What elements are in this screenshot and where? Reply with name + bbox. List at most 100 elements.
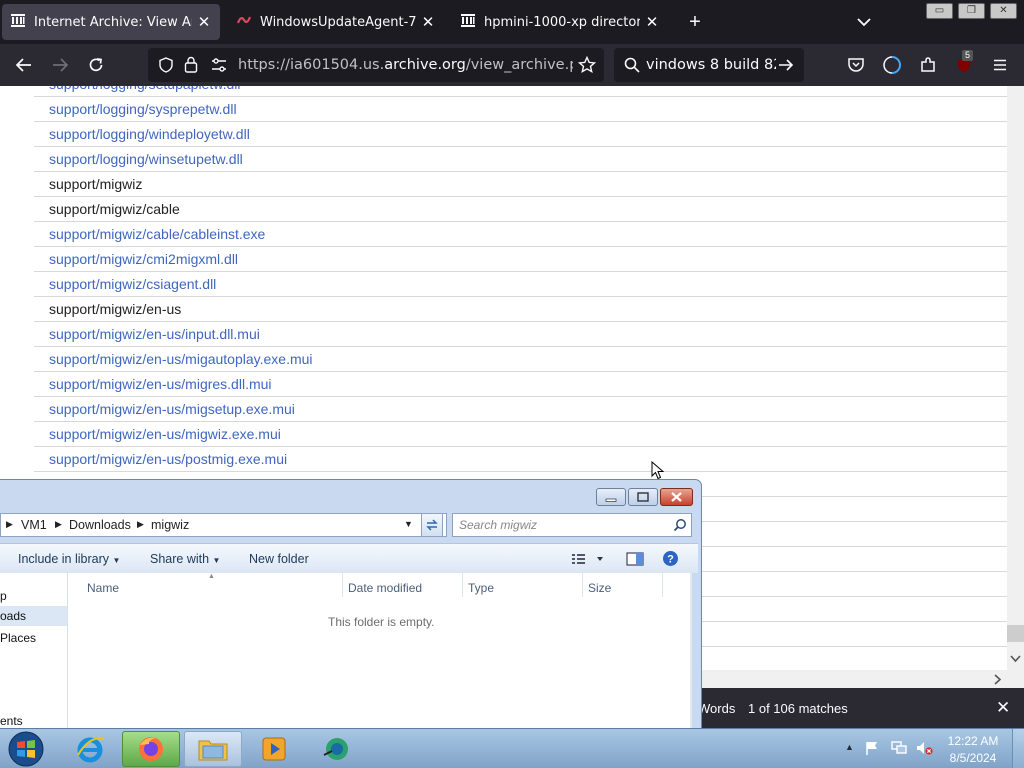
link-icon: [236, 12, 252, 32]
search-input[interactable]: vindows 8 build 8220: [646, 57, 776, 73]
change-view-button[interactable]: [571, 551, 605, 570]
close-tab-icon[interactable]: ✕: [420, 13, 436, 31]
network-icon[interactable]: [890, 740, 908, 761]
lock-icon[interactable]: [184, 56, 198, 77]
archive-file-link[interactable]: support/logging/windeployetw.dll: [34, 122, 1007, 147]
explorer-maximize-button[interactable]: [628, 488, 658, 506]
start-button[interactable]: [6, 729, 46, 768]
column-header-name[interactable]: Name: [87, 581, 119, 595]
search-bar[interactable]: vindows 8 build 8220: [614, 48, 804, 82]
clock-date[interactable]: 8/5/2024: [943, 751, 1003, 765]
archive-file-link[interactable]: support/logging/winsetupetw.dll: [34, 147, 1007, 172]
minimize-window-button[interactable]: ▭: [926, 3, 953, 19]
tab-internet-archive[interactable]: Internet Archive: View Archive ✕: [2, 4, 220, 40]
archive-file-link[interactable]: support/migwiz/en-us/migres.dll.mui: [34, 372, 1007, 397]
archive-file-link[interactable]: support/migwiz/en-us/migautoplay.exe.mui: [34, 347, 1007, 372]
firefox-icon: [139, 737, 163, 761]
breadcrumb-downloads[interactable]: Downloads: [69, 518, 131, 532]
column-divider: [582, 573, 583, 597]
forward-button[interactable]: [42, 44, 78, 86]
new-folder-button[interactable]: New folder: [249, 552, 309, 566]
search-icon[interactable]: [673, 518, 687, 535]
whole-words-label[interactable]: Words: [698, 701, 735, 716]
volume-muted-icon[interactable]: [915, 740, 933, 761]
new-tab-button[interactable]: +: [684, 8, 706, 36]
puzzle-icon: [921, 57, 935, 72]
account-button[interactable]: [874, 44, 910, 86]
archive-file-link[interactable]: support/migwiz/cmi2migxml.dll: [34, 247, 1007, 272]
permissions-icon[interactable]: [210, 57, 228, 77]
nav-item-places[interactable]: Places: [0, 631, 36, 645]
refresh-button[interactable]: [421, 513, 443, 537]
breadcrumb-vm1[interactable]: VM1: [21, 518, 47, 532]
close-tab-icon[interactable]: ✕: [644, 13, 660, 31]
tab-label: hpmini-1000-xp directory listing: [484, 14, 640, 30]
reload-icon: [89, 58, 103, 72]
address-dropdown-icon[interactable]: ▼: [404, 519, 413, 529]
action-center-flag-icon[interactable]: [864, 740, 880, 761]
pocket-button[interactable]: [838, 44, 874, 86]
ublock-button[interactable]: 5: [946, 44, 982, 86]
media-player-taskbar-button[interactable]: [246, 731, 302, 767]
archive-file-link[interactable]: support/logging/setupapietw.dll: [34, 86, 1007, 97]
explorer-address-bar[interactable]: ▶ VM1 ▶ Downloads ▶ migwiz ▼: [0, 513, 447, 537]
archive-file-link[interactable]: support/migwiz/en-us/migwiz.exe.mui: [34, 422, 1007, 447]
app-taskbar-button[interactable]: [308, 731, 364, 767]
show-hidden-icons-button[interactable]: ▲: [845, 742, 854, 752]
breadcrumb-arrow-icon[interactable]: ▶: [137, 519, 144, 530]
close-window-button[interactable]: ✕: [990, 3, 1017, 19]
column-header-date-modified[interactable]: Date modified: [348, 581, 422, 595]
internet-explorer-taskbar-button[interactable]: [62, 731, 118, 767]
breadcrumb-arrow-icon[interactable]: ▶: [55, 519, 62, 530]
breadcrumb-migwiz[interactable]: migwiz: [151, 518, 189, 532]
back-button[interactable]: [6, 44, 42, 86]
explorer-window: ▶ VM1 ▶ Downloads ▶ migwiz ▼ Search migw…: [0, 479, 702, 733]
nav-item[interactable]: ents: [0, 714, 23, 728]
nav-item-downloads[interactable]: oads: [0, 606, 67, 626]
scroll-thumb[interactable]: [1007, 625, 1024, 642]
extensions-button[interactable]: [910, 44, 946, 86]
menu-button[interactable]: [982, 44, 1018, 86]
clock-time[interactable]: 12:22 AM: [943, 734, 1003, 748]
list-all-tabs-button[interactable]: [852, 12, 876, 32]
maximize-icon: [637, 492, 649, 502]
explorer-minimize-button[interactable]: [596, 488, 626, 506]
explorer-scrollbar[interactable]: [690, 573, 692, 729]
show-desktop-button[interactable]: [1012, 729, 1024, 768]
archive-icon: [460, 12, 476, 32]
nav-item[interactable]: p: [0, 589, 7, 603]
close-tab-icon[interactable]: ✕: [196, 13, 212, 31]
horizontal-scrollbar[interactable]: [700, 670, 1024, 688]
explorer-command-bar: Include in library ▼ Share with ▼ New fo…: [0, 543, 698, 573]
share-with-button[interactable]: Share with ▼: [150, 552, 220, 566]
archive-file-link[interactable]: support/migwiz/en-us/postmig.exe.mui: [34, 447, 1007, 472]
tab-windows-update-agent[interactable]: WindowsUpdateAgent-7.6-x86. ✕: [228, 4, 444, 40]
include-in-library-button[interactable]: Include in library ▼: [18, 552, 120, 566]
column-header-size[interactable]: Size: [588, 581, 611, 595]
help-button[interactable]: ?: [662, 550, 679, 570]
archive-file-link[interactable]: support/migwiz/csiagent.dll: [34, 272, 1007, 297]
explorer-close-button[interactable]: [660, 488, 693, 506]
preview-pane-button[interactable]: [626, 551, 644, 570]
reload-button[interactable]: [78, 44, 114, 86]
url-bar[interactable]: https://ia601504.us.archive.org/view_arc…: [148, 48, 604, 82]
search-icon: [624, 57, 640, 77]
shield-icon[interactable]: [158, 57, 174, 77]
restore-window-button[interactable]: ❐: [958, 3, 985, 19]
archive-file-link[interactable]: support/logging/sysprepetw.dll: [34, 97, 1007, 122]
explorer-search-box[interactable]: Search migwiz: [452, 513, 692, 537]
archive-file-link[interactable]: support/migwiz/en-us/migsetup.exe.mui: [34, 397, 1007, 422]
vertical-scrollbar[interactable]: [1007, 86, 1024, 672]
go-arrow-icon[interactable]: [778, 57, 794, 77]
breadcrumb-arrow-icon[interactable]: ▶: [6, 519, 13, 530]
close-findbar-icon[interactable]: ✕: [996, 698, 1010, 718]
tab-label: WindowsUpdateAgent-7.6-x86.: [260, 14, 416, 30]
explorer-taskbar-button[interactable]: [184, 731, 242, 767]
archive-file-link[interactable]: support/migwiz/cable/cableinst.exe: [34, 222, 1007, 247]
bookmark-star-icon[interactable]: [577, 55, 597, 78]
firefox-taskbar-button[interactable]: [122, 731, 180, 767]
tab-hpmini-listing[interactable]: hpmini-1000-xp directory listing ✕: [452, 4, 668, 40]
column-header-type[interactable]: Type: [468, 581, 494, 595]
minimize-icon: [605, 498, 617, 502]
archive-file-link[interactable]: support/migwiz/en-us/input.dll.mui: [34, 322, 1007, 347]
